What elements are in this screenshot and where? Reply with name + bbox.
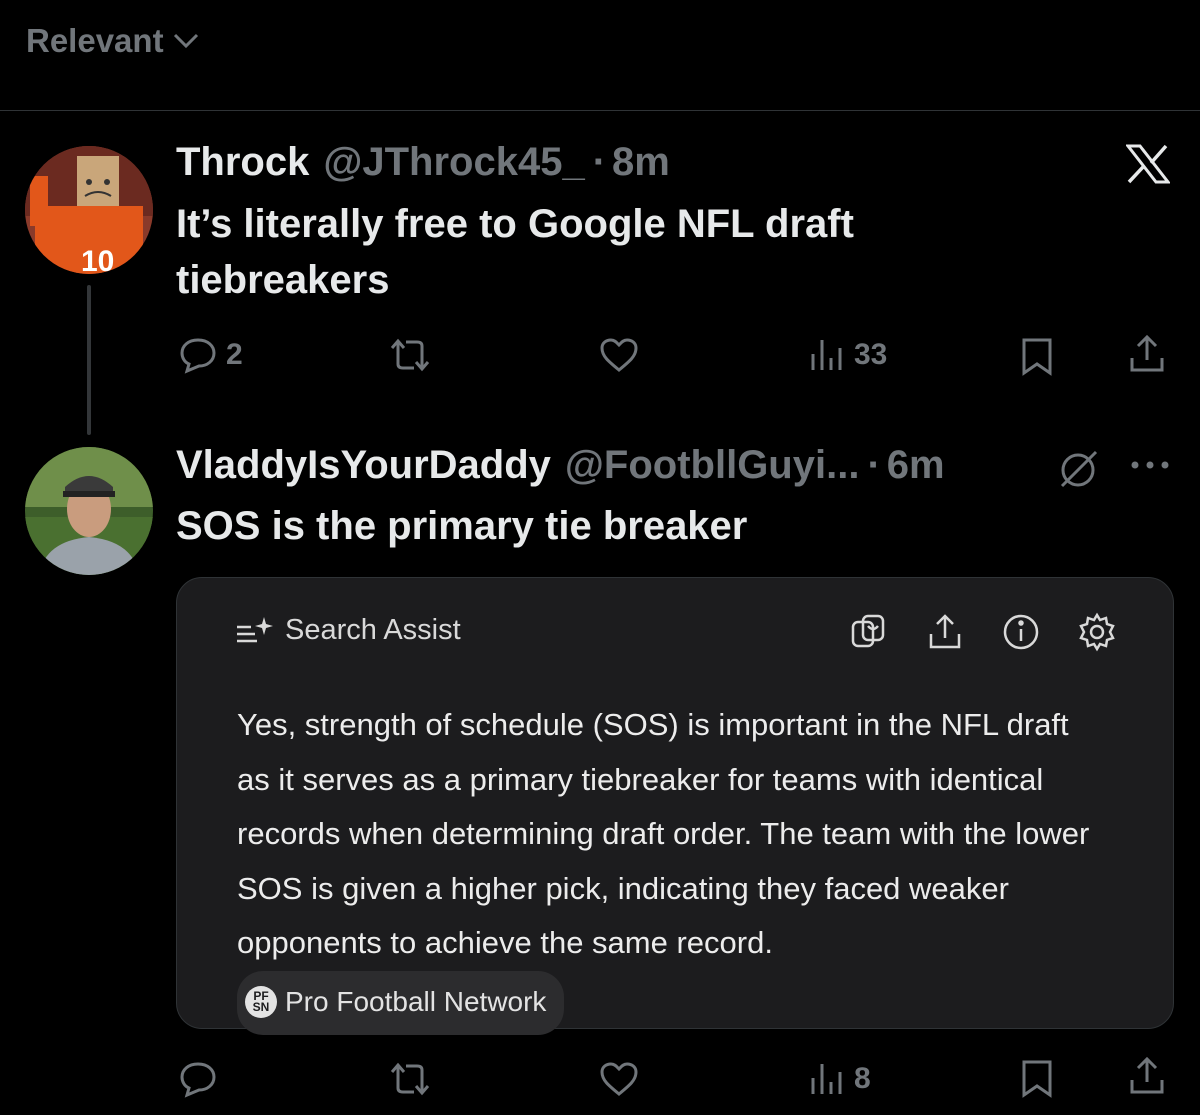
timestamp[interactable]: 8m xyxy=(612,140,670,185)
answer-text: Yes, strength of schedule (SOS) is impor… xyxy=(237,707,1090,960)
chevron-down-icon xyxy=(173,33,198,49)
share-button[interactable] xyxy=(1128,334,1166,374)
search-assist-title: Search Assist xyxy=(285,614,461,646)
handle[interactable]: @FootbllGuyi... xyxy=(565,443,860,488)
reply-button[interactable] xyxy=(178,1060,226,1098)
gear-icon[interactable] xyxy=(1077,612,1117,652)
bookmark-icon xyxy=(1022,1060,1052,1098)
avatar[interactable] xyxy=(25,447,153,575)
share-icon[interactable] xyxy=(925,612,965,652)
views-count: 8 xyxy=(854,1062,871,1095)
reply-button[interactable]: 2 xyxy=(178,336,243,374)
views-count: 33 xyxy=(854,338,888,371)
repost-button[interactable] xyxy=(386,1060,442,1098)
views-button[interactable]: 33 xyxy=(808,336,887,374)
like-icon xyxy=(600,1062,638,1096)
views-icon xyxy=(811,1064,842,1094)
avatar-image-vladdy xyxy=(25,447,153,575)
source-logo: PF SN xyxy=(245,985,277,1018)
sort-label: Relevant xyxy=(26,22,164,59)
share-icon xyxy=(1130,1056,1164,1094)
tweet-text: SOS is the primary tie breaker xyxy=(176,504,748,548)
like-icon xyxy=(600,338,638,372)
reply-icon xyxy=(180,338,216,374)
card-toolbar xyxy=(849,612,1117,652)
timestamp[interactable]: 6m xyxy=(887,443,945,488)
source-name: Pro Football Network xyxy=(285,985,547,1017)
bookmark-icon xyxy=(1022,338,1052,376)
display-name[interactable]: VladdyIsYourDaddy xyxy=(176,443,551,488)
copy-icon[interactable] xyxy=(849,612,889,652)
svg-text:10: 10 xyxy=(81,245,114,274)
views-icon xyxy=(811,340,842,370)
separator-dot: · xyxy=(867,443,881,487)
search-assist-answer: Yes, strength of schedule (SOS) is impor… xyxy=(237,698,1107,1035)
source-chip[interactable]: PF SN Pro Football Network xyxy=(237,970,565,1035)
tweet-header: VladdyIsYourDaddy @FootbllGuyi... · 6m xyxy=(176,443,945,488)
thread-line xyxy=(87,285,91,435)
repost-button[interactable] xyxy=(386,336,442,374)
more-icon[interactable] xyxy=(1128,458,1172,472)
handle[interactable]: @JThrock45_ xyxy=(323,140,584,185)
info-icon[interactable] xyxy=(1001,612,1041,652)
sort-dropdown[interactable]: Relevant xyxy=(26,22,200,60)
repost-icon xyxy=(390,1062,430,1096)
reply-count: 2 xyxy=(226,338,243,371)
repost-icon xyxy=(390,338,430,372)
display-name[interactable]: Throck xyxy=(176,140,309,185)
bookmark-button[interactable] xyxy=(1020,1058,1054,1098)
tweet-text: It’s literally free to Google NFL draft … xyxy=(176,202,854,302)
avatar-image-throck: 10 xyxy=(25,146,153,274)
avatar[interactable]: 10 xyxy=(25,146,153,274)
views-button[interactable]: 8 xyxy=(808,1060,871,1098)
bookmark-button[interactable] xyxy=(1020,336,1054,376)
like-button[interactable] xyxy=(598,336,648,374)
sparkle-icon xyxy=(237,616,273,642)
attached-image-card[interactable]: Search Assist Yes, strength of schedule … xyxy=(176,577,1174,1035)
like-button[interactable] xyxy=(598,1060,648,1098)
divider xyxy=(0,110,1200,111)
tweet-header: Throck @JThrock45_ · 8m xyxy=(176,140,670,185)
search-assist-header: Search Assist xyxy=(235,614,461,647)
separator-dot: · xyxy=(592,140,607,184)
share-icon xyxy=(1130,334,1164,372)
grok-icon[interactable] xyxy=(1056,448,1102,490)
reply-icon xyxy=(180,1062,216,1098)
share-button[interactable] xyxy=(1128,1056,1166,1096)
x-logo-icon[interactable] xyxy=(1126,144,1170,184)
